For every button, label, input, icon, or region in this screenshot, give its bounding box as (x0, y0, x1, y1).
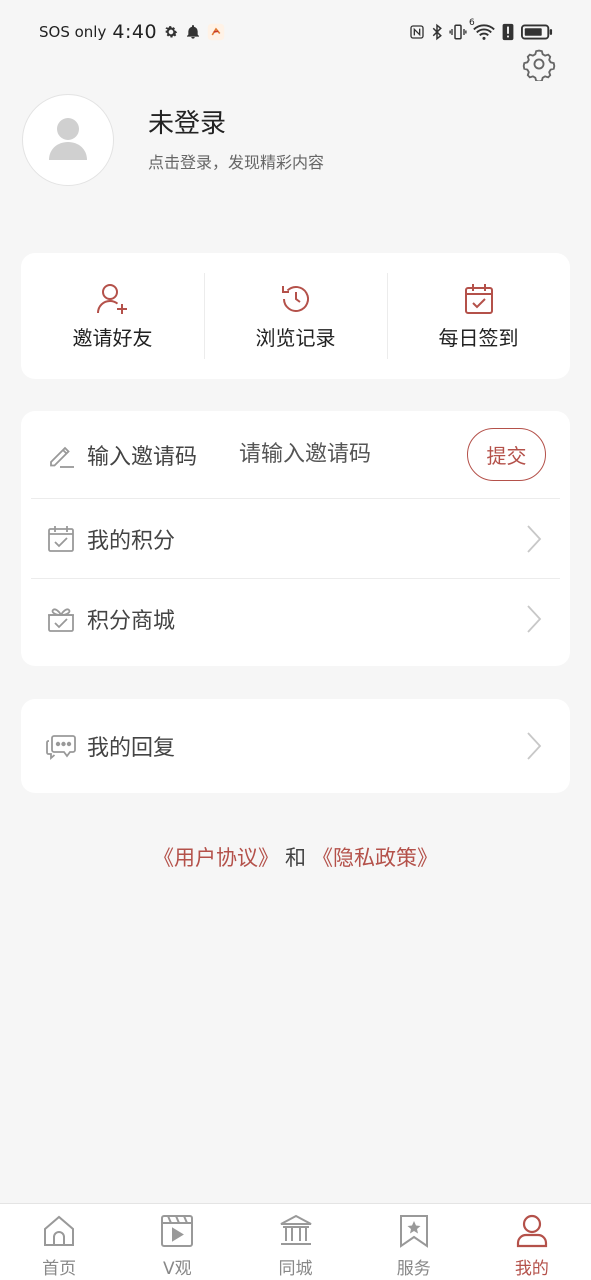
gear-icon (163, 24, 179, 40)
quick-actions-card: 邀请好友 浏览记录 每日签到 (21, 253, 570, 379)
history-icon (279, 282, 313, 316)
invite-code-input[interactable] (239, 442, 410, 467)
nav-services[interactable]: 服务 (355, 1204, 473, 1280)
points-icon (45, 523, 77, 555)
invite-friends-button[interactable]: 邀请好友 (21, 273, 204, 359)
home-icon (40, 1212, 78, 1250)
wifi-badge: 6 (469, 18, 475, 28)
wifi-icon: 6 (469, 18, 495, 41)
status-time: 4:40 (112, 21, 158, 43)
agreement-and: 和 (285, 846, 306, 870)
login-title[interactable]: 未登录 (148, 107, 324, 141)
nav-label: 同城 (278, 1259, 313, 1279)
nfc-icon (409, 24, 425, 40)
bell-icon (185, 24, 201, 40)
nav-label: 我的 (514, 1259, 549, 1279)
login-profile[interactable]: 未登录 点击登录，发现精彩内容 (22, 94, 324, 186)
app-notification-icon (207, 23, 225, 41)
settings-gear-icon (522, 47, 556, 85)
menu-label: 我的积分 (87, 528, 176, 554)
chevron-right-icon (522, 728, 546, 764)
carrier-text: SOS only (39, 23, 107, 41)
quick-label: 邀请好友 (72, 325, 153, 350)
user-icon (513, 1212, 551, 1250)
quick-label: 浏览记录 (255, 325, 336, 350)
daily-checkin-button[interactable]: 每日签到 (387, 273, 570, 359)
menu-label: 我的回复 (87, 736, 176, 761)
my-replies-row[interactable]: 我的回复 (31, 699, 560, 793)
vibrate-icon (449, 23, 467, 41)
nav-city[interactable]: 同城 (236, 1204, 354, 1280)
nav-label: 首页 (42, 1259, 77, 1279)
browse-history-button[interactable]: 浏览记录 (204, 273, 387, 359)
building-icon (277, 1212, 315, 1250)
status-bar: SOS only 4:40 6 (0, 0, 591, 64)
nav-mine[interactable]: 我的 (473, 1204, 591, 1280)
privacy-policy-link[interactable]: 《隐私政策》 (312, 846, 438, 870)
star-bookmark-icon (395, 1212, 433, 1250)
nav-label: 服务 (396, 1259, 431, 1279)
alert-icon (501, 23, 515, 41)
status-left: SOS only 4:40 (39, 21, 225, 43)
nav-home[interactable]: 首页 (0, 1204, 118, 1280)
chevron-right-icon (522, 601, 546, 637)
profile-page: SOS only 4:40 6 未登录 点击登录，发现精彩内容 邀请好友 浏览记… (0, 0, 591, 1280)
invite-code-label: 输入邀请码 (87, 444, 198, 470)
invite-code-row: 输入邀请码 提交 (31, 411, 560, 499)
agreement-text: 《用户协议》和《隐私政策》 (0, 842, 591, 872)
chevron-right-icon (522, 521, 546, 557)
settings-button[interactable] (521, 48, 557, 84)
avatar[interactable] (22, 94, 114, 186)
my-points-row[interactable]: 我的积分 (31, 499, 560, 579)
reply-card: 我的回复 (21, 699, 570, 793)
nav-label: V观 (162, 1259, 192, 1279)
pencil-icon (45, 439, 77, 471)
menu-label: 积分商城 (87, 609, 176, 634)
battery-icon (521, 23, 553, 41)
points-mall-row[interactable]: 积分商城 (31, 579, 560, 659)
nav-video[interactable]: V观 (118, 1204, 236, 1280)
profile-text: 未登录 点击登录，发现精彩内容 (148, 107, 324, 173)
user-agreement-link[interactable]: 《用户协议》 (153, 846, 279, 870)
quick-label: 每日签到 (438, 325, 519, 350)
video-icon (158, 1212, 196, 1250)
status-right: 6 (409, 18, 553, 41)
default-avatar-icon (48, 116, 88, 164)
calendar-check-icon (462, 282, 496, 316)
add-user-icon (96, 282, 130, 316)
bluetooth-icon (431, 23, 443, 41)
submit-button[interactable]: 提交 (467, 428, 546, 481)
menu-card: 输入邀请码 提交 我的积分 (21, 411, 570, 666)
gift-icon (45, 603, 77, 635)
login-subtitle: 点击登录，发现精彩内容 (148, 153, 325, 172)
chat-icon (45, 730, 77, 762)
bottom-nav: 首页 V观 同城 服务 我的 (0, 1203, 591, 1280)
